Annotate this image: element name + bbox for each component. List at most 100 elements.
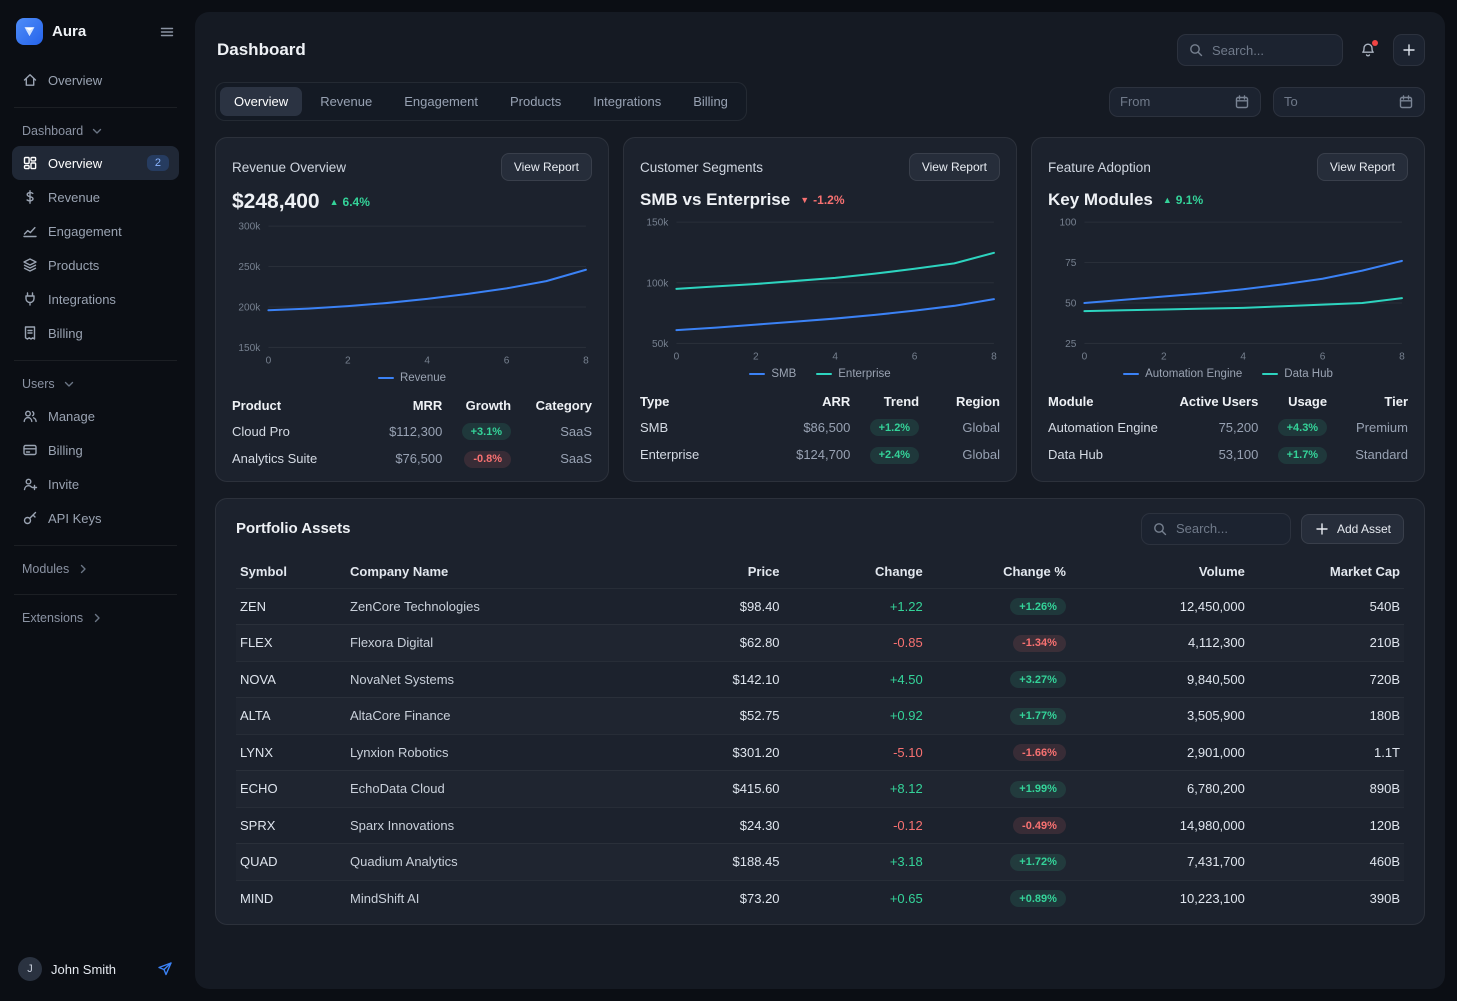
chevron-right-icon — [89, 610, 105, 626]
sidebar-item-api-keys[interactable]: API Keys — [12, 501, 179, 535]
date-from-input[interactable] — [1120, 94, 1226, 109]
card-table-cell: $124,700 — [765, 447, 850, 462]
column-header[interactable]: Market Cap — [1245, 564, 1400, 579]
add-asset-button[interactable]: Add Asset — [1301, 514, 1404, 544]
cell-change: +4.50 — [780, 672, 923, 687]
section-header-users[interactable]: Users — [12, 371, 179, 399]
section-header-extensions[interactable]: Extensions — [12, 605, 179, 633]
table-row[interactable]: ECHOEchoData Cloud$415.60+8.12+1.99%6,78… — [236, 770, 1404, 807]
cell-company: NovaNet Systems — [350, 672, 636, 687]
svg-text:0: 0 — [266, 356, 272, 367]
section-header-dashboard[interactable]: Dashboard — [12, 118, 179, 146]
table-row[interactable]: ALTAAltaCore Finance$52.75+0.92+1.77%3,5… — [236, 697, 1404, 734]
table-row[interactable]: FLEXFlexora Digital$62.80-0.85-1.34%4,11… — [236, 624, 1404, 661]
svg-text:100: 100 — [1059, 218, 1076, 229]
cell-volume: 2,901,000 — [1066, 745, 1245, 760]
sidebar-item-invite[interactable]: Invite — [12, 467, 179, 501]
change-pill: -1.34% — [1013, 635, 1066, 652]
chevron-down-icon — [61, 376, 77, 392]
table-row[interactable]: LYNXLynxion Robotics$301.20-5.10-1.66%2,… — [236, 734, 1404, 771]
hamburger-menu-icon[interactable] — [159, 24, 175, 40]
cell-company: MindShift AI — [350, 891, 636, 906]
table-row[interactable]: MINDMindShift AI$73.20+0.65+0.89%10,223,… — [236, 880, 1404, 917]
app-root: Aura Overview DashboardOverview2RevenueE… — [0, 0, 1457, 1001]
tab-integrations[interactable]: Integrations — [579, 87, 675, 116]
legend-item: Data Hub — [1262, 368, 1333, 380]
view-report-button[interactable]: View Report — [909, 153, 1000, 181]
notifications-button[interactable] — [1355, 37, 1381, 63]
card-table-header: Type — [640, 394, 765, 409]
cell-price: $188.45 — [636, 854, 779, 869]
cell-change: +3.18 — [780, 854, 923, 869]
column-header[interactable]: Price — [636, 564, 779, 579]
trend-arrow-icon: ▲ — [330, 197, 339, 207]
divider — [14, 545, 177, 546]
card-table-cell: +1.2% — [850, 419, 919, 437]
table-row[interactable]: ZENZenCore Technologies$98.40+1.22+1.26%… — [236, 588, 1404, 625]
card-table-cell: 75,200 — [1173, 420, 1258, 435]
date-from[interactable] — [1109, 87, 1261, 117]
sidebar-item-products[interactable]: Products — [12, 248, 179, 282]
table-row[interactable]: SPRXSparx Innovations$24.30-0.12-0.49%14… — [236, 807, 1404, 844]
svg-text:8: 8 — [1399, 352, 1405, 363]
view-report-button[interactable]: View Report — [1317, 153, 1408, 181]
column-header[interactable]: Symbol — [240, 564, 350, 579]
calendar-icon[interactable] — [1234, 94, 1250, 110]
view-report-button[interactable]: View Report — [501, 153, 592, 181]
chart-legend: Automation EngineData Hub — [1048, 368, 1408, 380]
date-to-input[interactable] — [1284, 94, 1390, 109]
search-input[interactable] — [1212, 43, 1332, 58]
global-search[interactable] — [1177, 34, 1343, 66]
svg-text:200k: 200k — [238, 303, 261, 314]
cell-market-cap: 180B — [1245, 708, 1400, 723]
search-icon — [1152, 521, 1168, 537]
sidebar-item-revenue[interactable]: Revenue — [12, 180, 179, 214]
svg-text:8: 8 — [583, 356, 589, 367]
send-icon[interactable] — [157, 961, 173, 977]
column-header[interactable]: Change — [780, 564, 923, 579]
cell-change-pct: -1.34% — [923, 634, 1066, 652]
sidebar-item-overview[interactable]: Overview2 — [12, 146, 179, 180]
user-profile[interactable]: J John Smith — [12, 949, 179, 989]
column-header[interactable]: Company Name — [350, 564, 636, 579]
svg-text:250k: 250k — [238, 262, 261, 273]
tab-overview[interactable]: Overview — [220, 87, 302, 116]
tab-revenue[interactable]: Revenue — [306, 87, 386, 116]
cell-volume: 4,112,300 — [1066, 635, 1245, 650]
table-row[interactable]: QUADQuadium Analytics$188.45+3.18+1.72%7… — [236, 843, 1404, 880]
card-table-cell: +4.3% — [1258, 419, 1327, 437]
svg-text:4: 4 — [424, 356, 430, 367]
table-row[interactable]: NOVANovaNet Systems$142.10+4.50+3.27%9,8… — [236, 661, 1404, 698]
stat-card: Customer Segments View Report SMB vs Ent… — [623, 137, 1017, 482]
stat-card: Feature Adoption View Report Key Modules… — [1031, 137, 1425, 482]
tab-billing[interactable]: Billing — [679, 87, 742, 116]
cell-change: +0.92 — [780, 708, 923, 723]
cell-change: -0.85 — [780, 635, 923, 650]
portfolio-search-input[interactable] — [1176, 521, 1280, 536]
sidebar-item-integrations[interactable]: Integrations — [12, 282, 179, 316]
column-header[interactable]: Change % — [923, 564, 1066, 579]
add-button[interactable] — [1393, 34, 1425, 66]
cell-change: +8.12 — [780, 781, 923, 796]
sidebar-item-engagement[interactable]: Engagement — [12, 214, 179, 248]
sidebar-item-overview-top[interactable]: Overview — [12, 63, 179, 97]
column-header[interactable]: Volume — [1066, 564, 1245, 579]
section-header-modules[interactable]: Modules — [12, 556, 179, 584]
key-icon — [22, 510, 38, 526]
cell-price: $98.40 — [636, 599, 779, 614]
tab-engagement[interactable]: Engagement — [390, 87, 492, 116]
card-table-cell: $86,500 — [765, 420, 850, 435]
sidebar-sections: DashboardOverview2RevenueEngagementProdu… — [12, 97, 179, 633]
svg-text:8: 8 — [991, 352, 997, 363]
cell-change-pct: +1.72% — [923, 853, 1066, 871]
cell-symbol: MIND — [240, 891, 350, 906]
tab-products[interactable]: Products — [496, 87, 575, 116]
assets-table-body: ZENZenCore Technologies$98.40+1.22+1.26%… — [236, 588, 1404, 917]
sidebar-item-billing[interactable]: Billing — [12, 316, 179, 350]
portfolio-search[interactable] — [1141, 513, 1291, 545]
calendar-icon[interactable] — [1398, 94, 1414, 110]
date-to[interactable] — [1273, 87, 1425, 117]
sidebar-item-billing[interactable]: Billing — [12, 433, 179, 467]
cell-symbol: LYNX — [240, 745, 350, 760]
sidebar-item-manage[interactable]: Manage — [12, 399, 179, 433]
